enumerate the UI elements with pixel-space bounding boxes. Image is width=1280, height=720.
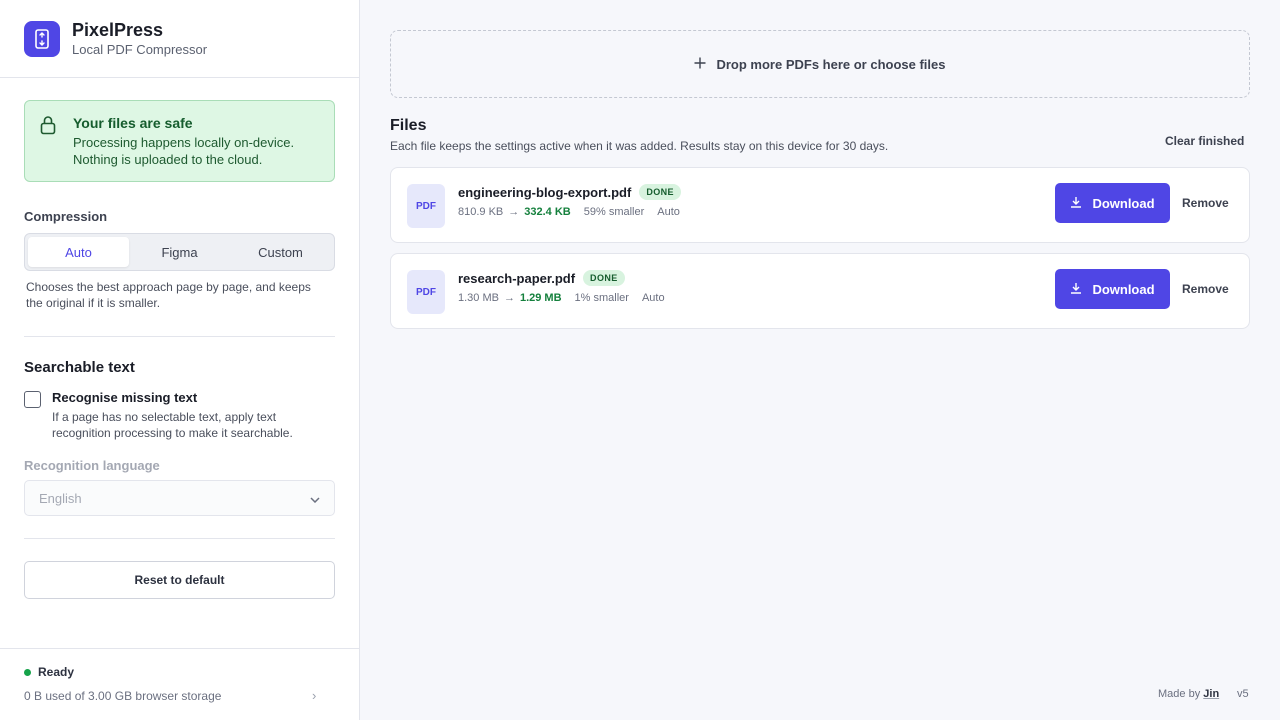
divider xyxy=(24,538,335,539)
app-logo-icon xyxy=(24,20,60,57)
language-select[interactable]: English xyxy=(24,480,335,516)
pdf-file-icon: PDF xyxy=(407,184,445,228)
download-icon xyxy=(1070,196,1082,211)
searchable-heading: Searchable text xyxy=(24,359,135,376)
divider xyxy=(24,336,335,337)
credits: Made by Jin xyxy=(1158,688,1219,700)
reduction-percent: 59% smaller xyxy=(583,206,645,218)
status-text: Ready xyxy=(38,665,75,679)
compression-help: Chooses the best approach page by page, … xyxy=(26,280,311,310)
arrow-right-icon: → xyxy=(508,206,520,218)
download-button[interactable]: Download xyxy=(1055,269,1170,309)
status-badge: DONE xyxy=(583,270,625,286)
recognise-text-label[interactable]: Recognise missing text xyxy=(52,390,197,405)
compression-option-figma[interactable]: Figma xyxy=(129,237,230,267)
recognise-text-help: If a page has no selectable text, apply … xyxy=(52,410,293,440)
clear-finished-button[interactable]: Clear finished xyxy=(1165,134,1244,148)
remove-button[interactable]: Remove xyxy=(1182,196,1229,210)
chevron-right-icon[interactable]: › xyxy=(312,688,316,703)
file-meta: 1.30 MB → 1.29 MB 1% smaller Auto xyxy=(458,292,665,304)
compressed-size: 332.4 KB xyxy=(524,206,571,218)
remove-button[interactable]: Remove xyxy=(1182,282,1229,296)
dropzone[interactable]: Drop more PDFs here or choose files xyxy=(390,30,1250,98)
files-heading: Files xyxy=(390,117,427,134)
recognise-text-checkbox[interactable] xyxy=(24,391,41,408)
sidebar: PixelPress Local PDF Compressor Your fil… xyxy=(0,0,360,720)
download-label: Download xyxy=(1092,281,1155,297)
brand-text: PixelPress Local PDF Compressor xyxy=(72,19,207,59)
file-card: PDF engineering-blog-export.pdf DONE 810… xyxy=(390,167,1250,243)
app-subtitle: Local PDF Compressor xyxy=(72,41,208,57)
lock-icon xyxy=(39,115,57,140)
chevron-down-icon xyxy=(310,491,320,506)
compression-option-auto[interactable]: Auto xyxy=(28,237,129,267)
language-value: English xyxy=(39,490,82,506)
pdf-file-icon: PDF xyxy=(407,270,445,314)
storage-usage[interactable]: 0 B used of 3.00 GB browser storage xyxy=(24,689,221,703)
safety-line-1: Processing happens locally on-device. xyxy=(73,135,295,150)
compression-label: Compression xyxy=(24,209,108,224)
app-title: PixelPress xyxy=(72,19,164,40)
compressed-size: 1.29 MB xyxy=(519,292,562,304)
reduction-percent: 1% smaller xyxy=(574,292,629,304)
made-by-text: Made by xyxy=(1158,688,1201,700)
author-link[interactable]: Jin xyxy=(1203,688,1219,700)
compression-mode: Auto xyxy=(657,206,680,218)
file-name: research-paper.pdf xyxy=(458,270,576,286)
brand-header: PixelPress Local PDF Compressor xyxy=(0,0,359,78)
compression-selector: Auto Figma Custom xyxy=(24,233,335,271)
file-name: engineering-blog-export.pdf xyxy=(458,184,632,200)
version-label: v5 xyxy=(1237,688,1249,700)
compression-option-custom[interactable]: Custom xyxy=(230,237,331,267)
file-name-row: research-paper.pdf DONE xyxy=(458,270,625,286)
file-name-row: engineering-blog-export.pdf DONE xyxy=(458,184,681,200)
download-button[interactable]: Download xyxy=(1055,183,1170,223)
sidebar-footer: Ready 0 B used of 3.00 GB browser storag… xyxy=(0,648,359,720)
download-icon xyxy=(1070,282,1082,297)
dropzone-label: Drop more PDFs here or choose files xyxy=(716,56,946,72)
arrow-right-icon: → xyxy=(503,292,515,304)
compression-mode: Auto xyxy=(641,292,665,304)
file-meta: 810.9 KB → 332.4 KB 59% smaller Auto xyxy=(458,206,680,218)
status-dot-icon xyxy=(24,668,31,676)
original-size: 810.9 KB xyxy=(458,206,504,218)
original-size: 1.30 MB xyxy=(458,292,499,304)
language-label: Recognition language xyxy=(24,458,160,473)
safety-line-2: Nothing is uploaded to the cloud. xyxy=(73,152,263,167)
status-indicator: Ready xyxy=(24,665,74,679)
reset-button[interactable]: Reset to default xyxy=(24,561,335,599)
files-subtitle: Each file keeps the settings active when… xyxy=(390,139,889,153)
plus-icon xyxy=(694,57,706,72)
download-label: Download xyxy=(1092,195,1155,211)
safety-title: Your files are safe xyxy=(73,115,193,131)
status-badge: DONE xyxy=(639,184,681,200)
safety-notice: Your files are safe Processing happens l… xyxy=(24,100,335,182)
file-card: PDF research-paper.pdf DONE 1.30 MB → 1.… xyxy=(390,253,1250,329)
